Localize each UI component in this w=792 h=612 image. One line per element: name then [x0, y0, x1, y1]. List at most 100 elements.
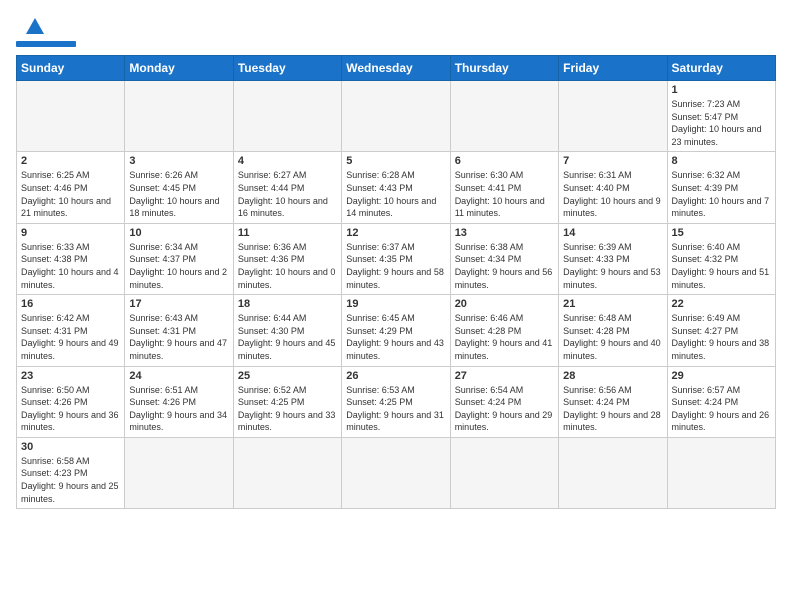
calendar-row-0: 1Sunrise: 7:23 AMSunset: 5:47 PMDaylight… — [17, 81, 776, 152]
day-number: 22 — [672, 298, 771, 310]
col-header-sunday: Sunday — [17, 56, 125, 81]
day-info: Sunrise: 6:33 AMSunset: 4:38 PMDaylight:… — [21, 241, 120, 291]
day-number: 6 — [455, 155, 554, 167]
col-header-friday: Friday — [559, 56, 667, 81]
day-number: 19 — [346, 298, 445, 310]
day-info: Sunrise: 6:28 AMSunset: 4:43 PMDaylight:… — [346, 169, 445, 219]
calendar-cell — [559, 437, 667, 508]
day-number: 25 — [238, 370, 337, 382]
calendar-cell: 24 Sunrise: 6:51 AMSunset: 4:26 PMDayligh… — [125, 366, 233, 437]
day-info: Sunrise: 6:38 AMSunset: 4:34 PMDaylight:… — [455, 241, 554, 291]
day-info: Sunrise: 6:32 AMSunset: 4:39 PMDaylight:… — [672, 169, 771, 219]
calendar-cell: 26 Sunrise: 6:53 AMSunset: 4:25 PMDayligh… — [342, 366, 450, 437]
day-info: Sunrise: 6:27 AMSunset: 4:44 PMDaylight:… — [238, 169, 337, 219]
page: SundayMondayTuesdayWednesdayThursdayFrid… — [0, 0, 792, 521]
day-number: 30 — [21, 441, 120, 453]
calendar-cell: 9 Sunrise: 6:33 AMSunset: 4:38 PMDaylight… — [17, 223, 125, 294]
day-number: 5 — [346, 155, 445, 167]
calendar-cell: 30 Sunrise: 6:58 AMSunset: 4:23 PMDayligh… — [17, 437, 125, 508]
day-number: 15 — [672, 227, 771, 239]
day-number: 7 — [563, 155, 662, 167]
calendar-row-5: 30 Sunrise: 6:58 AMSunset: 4:23 PMDayligh… — [17, 437, 776, 508]
day-info: Sunrise: 6:31 AMSunset: 4:40 PMDaylight:… — [563, 169, 662, 219]
day-info: Sunrise: 6:54 AMSunset: 4:24 PMDaylight:… — [455, 384, 554, 434]
header-area — [16, 12, 776, 47]
calendar-cell: 21 Sunrise: 6:48 AMSunset: 4:28 PMDayligh… — [559, 295, 667, 366]
calendar-cell: 10 Sunrise: 6:34 AMSunset: 4:37 PMDayligh… — [125, 223, 233, 294]
calendar-cell — [450, 81, 558, 152]
day-info: Sunrise: 6:52 AMSunset: 4:25 PMDaylight:… — [238, 384, 337, 434]
day-number: 10 — [129, 227, 228, 239]
day-number: 27 — [455, 370, 554, 382]
day-number: 14 — [563, 227, 662, 239]
day-info: Sunrise: 6:34 AMSunset: 4:37 PMDaylight:… — [129, 241, 228, 291]
day-number: 18 — [238, 298, 337, 310]
calendar-cell — [342, 437, 450, 508]
day-number: 29 — [672, 370, 771, 382]
col-header-wednesday: Wednesday — [342, 56, 450, 81]
day-info: Sunrise: 6:51 AMSunset: 4:26 PMDaylight:… — [129, 384, 228, 434]
calendar-cell — [559, 81, 667, 152]
day-info: Sunrise: 6:36 AMSunset: 4:36 PMDaylight:… — [238, 241, 337, 291]
calendar-cell — [17, 81, 125, 152]
calendar-cell: 20 Sunrise: 6:46 AMSunset: 4:28 PMDayligh… — [450, 295, 558, 366]
logo-bar — [16, 41, 76, 47]
calendar-cell: 2 Sunrise: 6:25 AMSunset: 4:46 PMDaylight… — [17, 152, 125, 223]
day-info: Sunrise: 6:44 AMSunset: 4:30 PMDaylight:… — [238, 312, 337, 362]
day-number: 11 — [238, 227, 337, 239]
calendar-cell: 23Sunrise: 6:50 AMSunset: 4:26 PMDayligh… — [17, 366, 125, 437]
day-info: Sunrise: 6:46 AMSunset: 4:28 PMDaylight:… — [455, 312, 554, 362]
day-info: Sunrise: 6:57 AMSunset: 4:24 PMDaylight:… — [672, 384, 771, 434]
calendar-cell: 14 Sunrise: 6:39 AMSunset: 4:33 PMDayligh… — [559, 223, 667, 294]
day-info: Sunrise: 6:40 AMSunset: 4:32 PMDaylight:… — [672, 241, 771, 291]
logo-icon — [24, 16, 46, 38]
calendar-row-3: 16 Sunrise: 6:42 AMSunset: 4:31 PMDayligh… — [17, 295, 776, 366]
day-info: Sunrise: 6:37 AMSunset: 4:35 PMDaylight:… — [346, 241, 445, 291]
day-number: 13 — [455, 227, 554, 239]
day-info: Sunrise: 6:58 AMSunset: 4:23 PMDaylight:… — [21, 455, 120, 505]
day-number: 23 — [21, 370, 120, 382]
day-number: 24 — [129, 370, 228, 382]
day-number: 3 — [129, 155, 228, 167]
day-number: 12 — [346, 227, 445, 239]
col-header-saturday: Saturday — [667, 56, 775, 81]
calendar-cell: 13 Sunrise: 6:38 AMSunset: 4:34 PMDayligh… — [450, 223, 558, 294]
day-info: Sunrise: 6:53 AMSunset: 4:25 PMDaylight:… — [346, 384, 445, 434]
calendar-cell: 27 Sunrise: 6:54 AMSunset: 4:24 PMDayligh… — [450, 366, 558, 437]
day-info: Sunrise: 6:25 AMSunset: 4:46 PMDaylight:… — [21, 169, 120, 219]
day-number: 2 — [21, 155, 120, 167]
day-info: Sunrise: 6:42 AMSunset: 4:31 PMDaylight:… — [21, 312, 120, 362]
calendar-cell: 15 Sunrise: 6:40 AMSunset: 4:32 PMDayligh… — [667, 223, 775, 294]
calendar-cell: 7 Sunrise: 6:31 AMSunset: 4:40 PMDaylight… — [559, 152, 667, 223]
calendar-cell: 4Sunrise: 6:27 AMSunset: 4:44 PMDaylight… — [233, 152, 341, 223]
col-header-tuesday: Tuesday — [233, 56, 341, 81]
calendar-cell: 1Sunrise: 7:23 AMSunset: 5:47 PMDaylight… — [667, 81, 775, 152]
calendar-cell: 16 Sunrise: 6:42 AMSunset: 4:31 PMDayligh… — [17, 295, 125, 366]
col-header-thursday: Thursday — [450, 56, 558, 81]
calendar-cell: 11 Sunrise: 6:36 AMSunset: 4:36 PMDayligh… — [233, 223, 341, 294]
day-info: Sunrise: 6:30 AMSunset: 4:41 PMDaylight:… — [455, 169, 554, 219]
day-number: 28 — [563, 370, 662, 382]
day-info: Sunrise: 7:23 AMSunset: 5:47 PMDaylight:… — [672, 98, 771, 148]
day-number: 20 — [455, 298, 554, 310]
calendar-cell: 29 Sunrise: 6:57 AMSunset: 4:24 PMDayligh… — [667, 366, 775, 437]
day-info: Sunrise: 6:26 AMSunset: 4:45 PMDaylight:… — [129, 169, 228, 219]
calendar-cell: 28Sunrise: 6:56 AMSunset: 4:24 PMDayligh… — [559, 366, 667, 437]
day-number: 16 — [21, 298, 120, 310]
calendar-row-2: 9 Sunrise: 6:33 AMSunset: 4:38 PMDaylight… — [17, 223, 776, 294]
calendar-cell — [342, 81, 450, 152]
day-info: Sunrise: 6:45 AMSunset: 4:29 PMDaylight:… — [346, 312, 445, 362]
day-number: 8 — [672, 155, 771, 167]
day-number: 26 — [346, 370, 445, 382]
day-number: 21 — [563, 298, 662, 310]
calendar-row-1: 2 Sunrise: 6:25 AMSunset: 4:46 PMDaylight… — [17, 152, 776, 223]
calendar-header-row: SundayMondayTuesdayWednesdayThursdayFrid… — [17, 56, 776, 81]
calendar-cell — [125, 437, 233, 508]
calendar-cell: 25 Sunrise: 6:52 AMSunset: 4:25 PMDayligh… — [233, 366, 341, 437]
calendar-cell — [450, 437, 558, 508]
day-info: Sunrise: 6:39 AMSunset: 4:33 PMDaylight:… — [563, 241, 662, 291]
calendar-cell: 8 Sunrise: 6:32 AMSunset: 4:39 PMDaylight… — [667, 152, 775, 223]
day-info: Sunrise: 6:48 AMSunset: 4:28 PMDaylight:… — [563, 312, 662, 362]
calendar-cell — [667, 437, 775, 508]
day-number: 9 — [21, 227, 120, 239]
